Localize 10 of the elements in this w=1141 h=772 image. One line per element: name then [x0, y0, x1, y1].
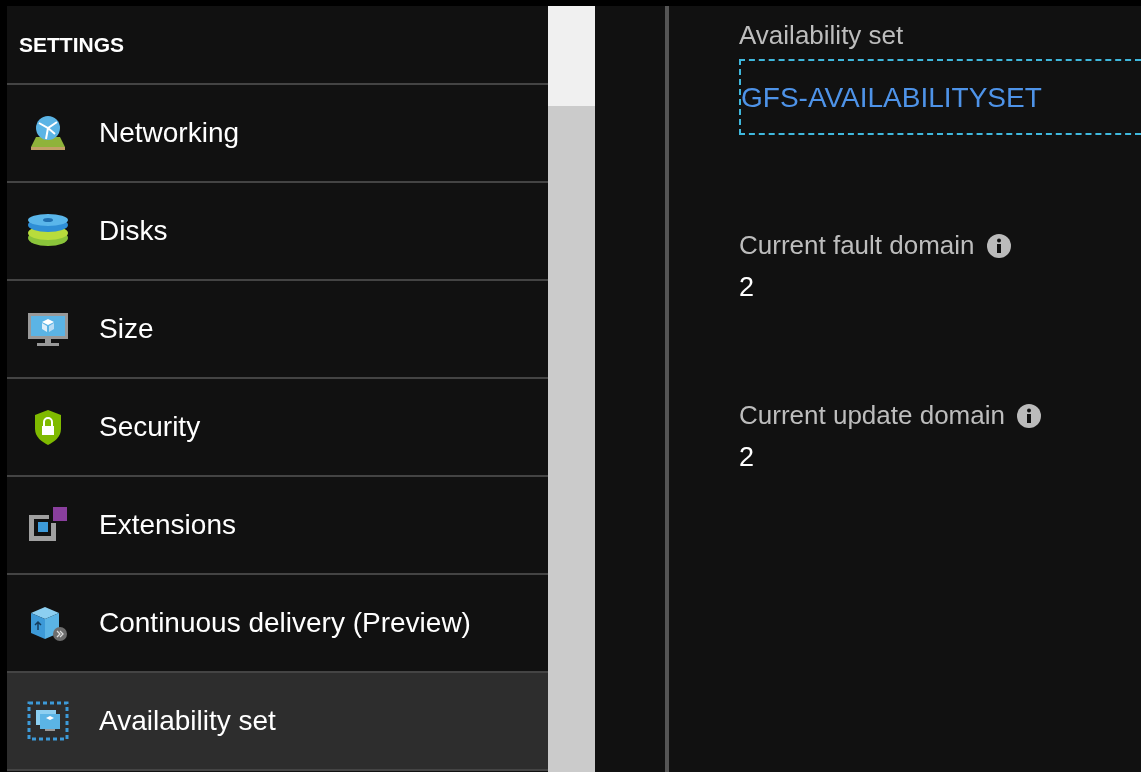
field-label: Current fault domain [739, 229, 975, 262]
field-value: 2 [739, 271, 756, 304]
scrollbar-thumb[interactable] [548, 106, 595, 772]
menu-item[interactable]: Availability set [7, 673, 548, 771]
availability-set-icon [27, 701, 69, 741]
field-value: 2 [739, 441, 756, 474]
availability-set-link[interactable]: GFS-AVAILABILITYSET [739, 59, 1141, 135]
section-heading: SETTINGS [19, 31, 124, 58]
field-label: Availability set [739, 19, 904, 52]
field-label: Current update domain [739, 399, 1005, 432]
